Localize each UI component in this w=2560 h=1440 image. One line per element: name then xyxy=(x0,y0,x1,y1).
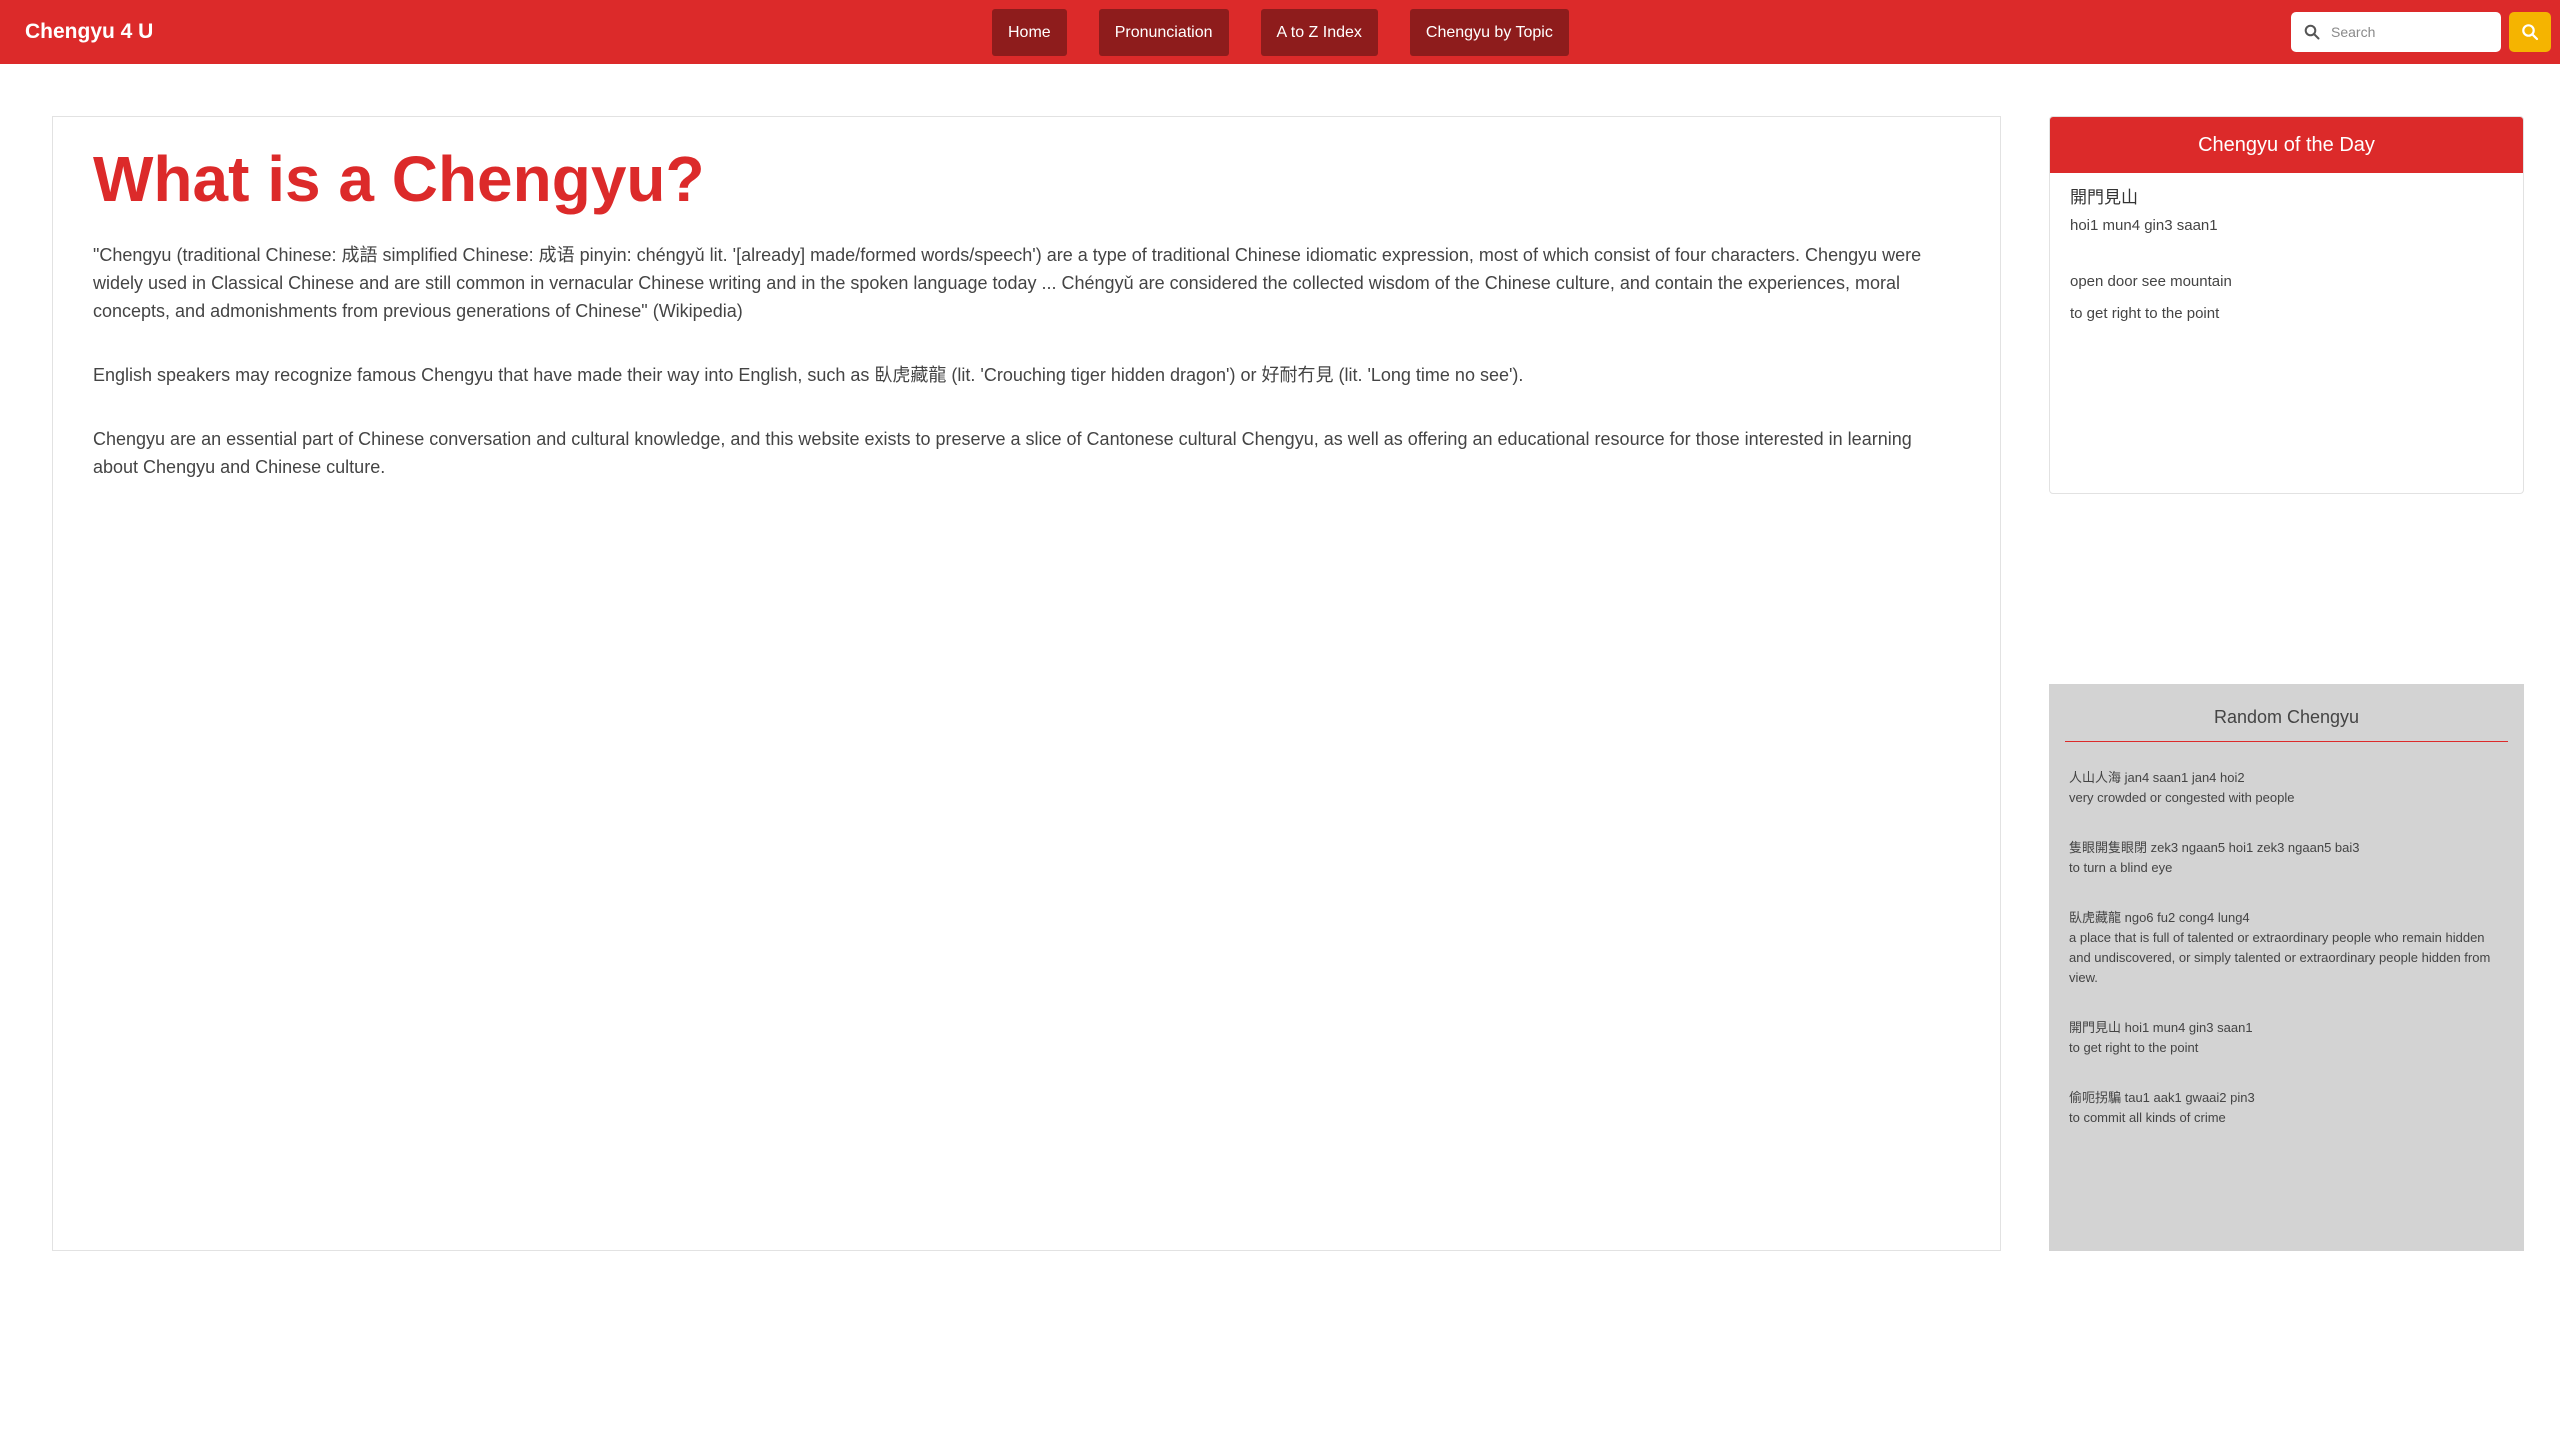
random-chengyu-meaning: a place that is full of talented or extr… xyxy=(2069,930,2491,985)
chengyu-of-the-day-header: Chengyu of the Day xyxy=(2050,117,2523,173)
list-item[interactable]: 隻眼開隻眼閉 zek3 ngaan5 hoi1 zek3 ngaan5 bai3… xyxy=(2069,838,2509,878)
random-chengyu-meaning: to turn a blind eye xyxy=(2069,860,2173,875)
top-navbar: Chengyu 4 U Home Pronunciation A to Z In… xyxy=(0,0,2560,64)
random-chengyu-card: Random Chengyu 人山人海 jan4 saan1 jan4 hoi2… xyxy=(2049,684,2524,1251)
random-chengyu-list: 人山人海 jan4 saan1 jan4 hoi2 very crowded o… xyxy=(2069,768,2509,1158)
search-icon xyxy=(2304,24,2320,40)
random-chengyu-meaning: to commit all kinds of crime xyxy=(2069,1110,2226,1125)
page-title: What is a Chengyu? xyxy=(93,143,705,215)
nav-links: Home Pronunciation A to Z Index Chengyu … xyxy=(992,9,1569,56)
purpose-paragraph: Chengyu are an essential part of Chinese… xyxy=(93,429,1912,477)
nav-chengyu-by-topic-link[interactable]: Chengyu by Topic xyxy=(1409,9,1569,56)
list-item[interactable]: 偷呃拐騙 tau1 aak1 gwaai2 pin3 to commit all… xyxy=(2069,1088,2509,1128)
nav-pronunciation-link[interactable]: Pronunciation xyxy=(1098,9,1229,56)
search-button[interactable] xyxy=(2509,12,2551,52)
list-item[interactable]: 開門見山 hoi1 mun4 gin3 saan1 to get right t… xyxy=(2069,1018,2509,1058)
search-input[interactable] xyxy=(2329,12,2495,52)
chengyu-of-the-day-card: Chengyu of the Day 開門見山 hoi1 mun4 gin3 s… xyxy=(2049,116,2524,494)
random-chengyu-title: Random Chengyu xyxy=(2065,702,2508,742)
chengyu-of-the-day-characters: 開門見山 xyxy=(2070,188,2138,207)
random-chengyu-head: 人山人海 jan4 saan1 jan4 hoi2 xyxy=(2069,770,2245,785)
nav-home-link[interactable]: Home xyxy=(992,9,1067,56)
main-content-card: What is a Chengyu? "Chengyu (traditional… xyxy=(52,116,2001,1251)
english-examples-paragraph: English speakers may recognize famous Ch… xyxy=(93,365,1524,385)
list-item[interactable]: 臥虎藏龍 ngo6 fu2 cong4 lung4 a place that i… xyxy=(2069,908,2509,988)
chengyu-of-the-day-meaning: to get right to the point xyxy=(2070,305,2220,322)
intro-paragraph: "Chengyu (traditional Chinese: 成語 simpli… xyxy=(93,245,1922,321)
search-icon xyxy=(2522,24,2539,41)
chengyu-of-the-day-literal: open door see mountain xyxy=(2070,273,2232,290)
random-chengyu-head: 開門見山 hoi1 mun4 gin3 saan1 xyxy=(2069,1020,2253,1035)
random-chengyu-head: 隻眼開隻眼閉 zek3 ngaan5 hoi1 zek3 ngaan5 bai3 xyxy=(2069,840,2360,855)
random-chengyu-meaning: very crowded or congested with people xyxy=(2069,790,2295,805)
random-chengyu-meaning: to get right to the point xyxy=(2069,1040,2199,1055)
nav-a-to-z-index-link[interactable]: A to Z Index xyxy=(1260,9,1378,56)
list-item[interactable]: 人山人海 jan4 saan1 jan4 hoi2 very crowded o… xyxy=(2069,768,2509,808)
brand-logo[interactable]: Chengyu 4 U xyxy=(25,0,153,64)
random-chengyu-head: 臥虎藏龍 ngo6 fu2 cong4 lung4 xyxy=(2069,910,2250,925)
chengyu-of-the-day-jyutping: hoi1 mun4 gin3 saan1 xyxy=(2070,217,2218,234)
search-box xyxy=(2291,12,2501,52)
random-chengyu-head: 偷呃拐騙 tau1 aak1 gwaai2 pin3 xyxy=(2069,1090,2255,1105)
